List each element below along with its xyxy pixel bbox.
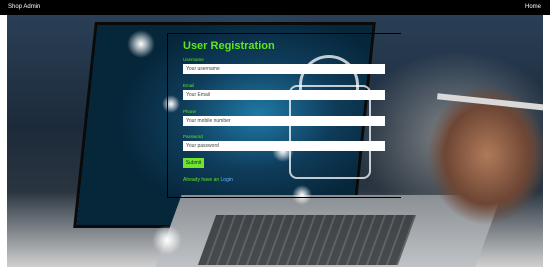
password-input[interactable]: Your password <box>183 141 385 151</box>
home-link[interactable]: Home <box>525 0 541 15</box>
form-title: User Registration <box>183 40 275 52</box>
phone-input[interactable]: Your mobile number <box>183 116 385 126</box>
keyboard-keys-graphic <box>197 215 417 265</box>
submit-button[interactable]: Submit <box>183 158 204 168</box>
top-navbar: Shop Admin Home <box>0 0 550 15</box>
password-label: Password <box>183 134 203 139</box>
email-input[interactable]: Your Email <box>183 90 385 100</box>
login-prompt: Already have an Login <box>183 177 233 183</box>
username-input[interactable]: Your username <box>183 64 385 74</box>
phone-label: Phone <box>183 109 197 114</box>
username-label: Username <box>183 57 204 62</box>
login-prefix-text: Already have an <box>183 177 220 183</box>
light-glow <box>127 30 155 58</box>
login-link[interactable]: Login <box>221 177 233 183</box>
email-label: Email <box>183 83 195 88</box>
light-glow <box>152 225 182 255</box>
brand-link[interactable]: Shop Admin <box>8 0 40 15</box>
